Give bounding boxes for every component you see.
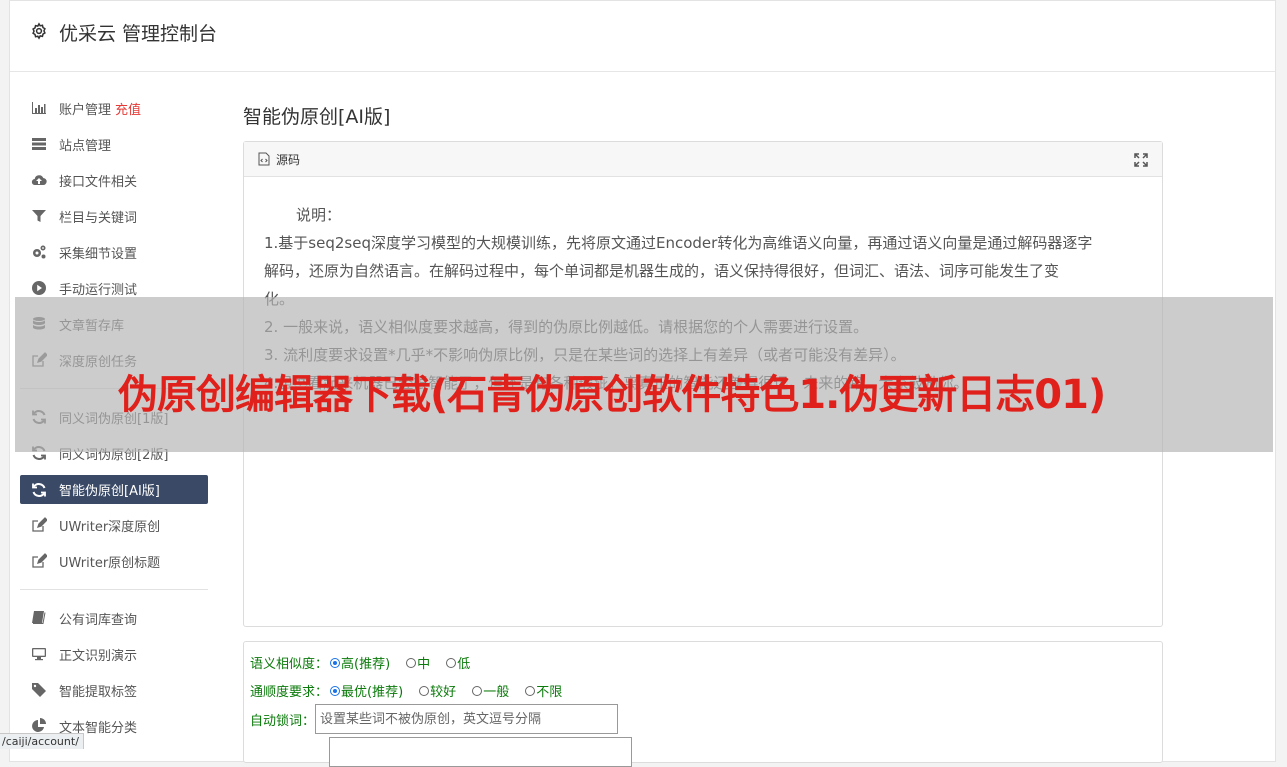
status-bar-url: /caiji/account/	[0, 733, 84, 749]
radio-button[interactable]	[419, 685, 430, 696]
recharge-link[interactable]: 充值	[115, 99, 141, 118]
sidebar-item-label: UWriter深度原创	[59, 519, 161, 535]
sidebar-item-label: 接口文件相关	[59, 174, 138, 190]
fullscreen-icon[interactable]	[1134, 153, 1148, 167]
gear-icon	[32, 22, 46, 40]
sidebar-divider	[20, 589, 208, 590]
radio-label: 最优(推荐)	[341, 685, 404, 700]
radio-label: 高(推荐)	[341, 657, 391, 672]
fluency-option-2[interactable]: 一般	[470, 681, 509, 700]
radio-label: 中	[417, 657, 431, 672]
book-icon	[30, 610, 47, 627]
sidebar-item-b-3[interactable]: UWriter深度原创	[20, 507, 208, 543]
edit-icon	[30, 517, 47, 534]
sidebar-item-c-0[interactable]: 公有词库查询	[20, 600, 208, 636]
radio-label: 较好	[430, 685, 457, 700]
second-input-wrap	[329, 737, 632, 767]
cloud-upload-icon	[30, 172, 47, 189]
edit-icon	[30, 553, 47, 570]
fluency-option-0[interactable]: 最优(推荐)	[328, 681, 403, 700]
sidebar-item-a-2[interactable]: 接口文件相关	[20, 162, 208, 198]
bar-chart-icon	[30, 100, 47, 117]
secondary-input[interactable]	[329, 737, 632, 767]
similarity-option-0[interactable]: 高(推荐)	[328, 653, 390, 672]
similarity-option-2[interactable]: 低	[444, 653, 470, 672]
radio-label: 不限	[536, 685, 563, 700]
fluency-option-1[interactable]: 较好	[417, 681, 456, 700]
refresh-icon	[30, 481, 47, 498]
sidebar-item-label: 公有词库查询	[59, 612, 138, 628]
sidebar-item-c-1[interactable]: 正文识别演示	[20, 636, 208, 672]
editor-line: 解码，还原为自然语言。在解码过程中，每个单词都是机器生成的，语义保持得很好，但词…	[264, 262, 1060, 280]
editor-line: 说明：	[296, 206, 342, 224]
fluency-row: 通顺度要求： 最优(推荐) 较好 一般 不限	[250, 681, 576, 700]
radio-button[interactable]	[525, 685, 536, 696]
fluency-label: 通顺度要求：	[250, 685, 329, 700]
app-header: 优采云 管理控制台	[10, 1, 1275, 72]
desktop-icon	[30, 646, 47, 663]
sidebar-item-label: 站点管理	[59, 138, 112, 154]
options-form: 语义相似度： 高(推荐) 中 低 通顺度要求： 最优(推荐) 较好 一般 不限 自动锁词：	[243, 641, 1163, 767]
sidebar-item-b-4[interactable]: UWriter原创标题	[20, 543, 208, 579]
page-title: 智能伪原创[AI版]	[243, 106, 391, 128]
source-button[interactable]: 源码	[276, 151, 300, 168]
fluency-option-3[interactable]: 不限	[523, 681, 562, 700]
sidebar-item-a-0[interactable]: 账户管理 充值	[20, 90, 208, 126]
lock-label: 自动锁词：	[250, 713, 316, 729]
sidebar-item-label: 智能提取标签	[59, 684, 138, 700]
app-title: 优采云 管理控制台	[59, 23, 218, 45]
sidebar-item-c-2[interactable]: 智能提取标签	[20, 672, 208, 708]
radio-button[interactable]	[330, 685, 341, 696]
radio-label: 低	[457, 657, 471, 672]
sidebar-item-b-2[interactable]: 智能伪原创[AI版]	[20, 475, 208, 504]
sidebar-item-label: 账户管理	[59, 102, 112, 118]
similarity-label: 语义相似度：	[250, 657, 329, 672]
editor-line: 1.基于seq2seq深度学习模型的大规模训练，先将原文通过Encoder转化为…	[264, 234, 1093, 252]
similarity-option-1[interactable]: 中	[404, 653, 430, 672]
lock-row: 自动锁词：	[250, 704, 619, 734]
sidebar-item-label: UWriter原创标题	[59, 555, 161, 571]
filter-icon	[30, 208, 47, 225]
source-code-icon[interactable]	[258, 152, 270, 166]
radio-button[interactable]	[446, 657, 457, 668]
sidebar-item-a-1[interactable]: 站点管理	[20, 126, 208, 162]
server-icon	[30, 136, 47, 153]
cogs-icon	[30, 244, 47, 261]
sidebar-item-label: 手动运行测试	[59, 282, 138, 298]
sidebar-item-label: 正文识别演示	[59, 648, 138, 664]
radio-button[interactable]	[406, 657, 417, 668]
radio-button[interactable]	[330, 657, 341, 668]
play-circle-icon	[30, 280, 47, 297]
tag-icon	[30, 682, 47, 699]
overlay-banner-text: 伪原创编辑器下载(石青伪原创软件特色1.伪更新日志01)	[118, 372, 1106, 418]
editor-toolbar: 源码	[244, 142, 1162, 177]
radio-label: 一般	[483, 685, 510, 700]
pie-chart-icon	[30, 718, 47, 735]
sidebar-item-label: 智能伪原创[AI版]	[59, 484, 160, 499]
similarity-row: 语义相似度： 高(推荐) 中 低	[250, 653, 484, 672]
radio-button[interactable]	[472, 685, 483, 696]
sidebar-item-label: 栏目与关键词	[59, 210, 138, 226]
sidebar-item-a-4[interactable]: 采集细节设置	[20, 234, 208, 270]
lock-words-input[interactable]	[315, 704, 619, 734]
sidebar-item-label: 采集细节设置	[59, 246, 138, 262]
sidebar-item-a-3[interactable]: 栏目与关键词	[20, 198, 208, 234]
